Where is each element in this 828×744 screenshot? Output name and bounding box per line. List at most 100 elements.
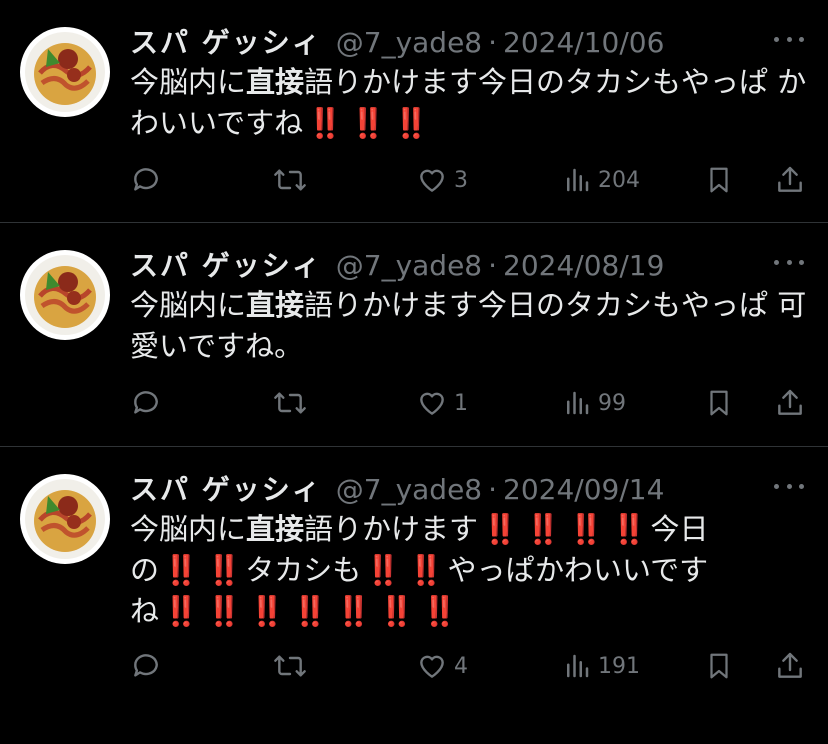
- like-button[interactable]: 3: [416, 160, 468, 200]
- share-button[interactable]: [774, 646, 806, 686]
- text-segment: 今脳内に: [130, 288, 247, 322]
- view-count: 204: [598, 167, 640, 193]
- double-exclamation-emoji: ‼️: [163, 553, 199, 587]
- double-exclamation-emoji: ‼️: [350, 106, 386, 140]
- like-button[interactable]: 4: [416, 646, 468, 686]
- double-exclamation-emoji: ‼️: [206, 553, 242, 587]
- display-name[interactable]: スパ ゲッシィ: [130, 468, 322, 508]
- bold-text: 直接: [246, 288, 305, 322]
- retweet-button[interactable]: [272, 646, 308, 686]
- tweet[interactable]: スパ ゲッシィ @7_yade8 · 2024/09/14 今脳内に直接語りかけ…: [0, 447, 828, 744]
- avatar[interactable]: [20, 474, 110, 564]
- double-exclamation-emoji: ‼️: [482, 512, 518, 546]
- double-exclamation-emoji: ‼️: [378, 594, 415, 628]
- like-icon: [420, 169, 444, 192]
- double-exclamation-emoji: ‼️: [568, 512, 604, 546]
- double-exclamation-emoji: ‼️: [292, 594, 328, 628]
- double-exclamation-emoji: ‼️: [307, 106, 343, 140]
- double-exclamation-emoji: ‼️: [525, 512, 561, 546]
- tweet-text: 今脳内に直接語りかけます今日のタカシもやっぱ かわいいですね ‼️ ‼️ ‼️: [130, 62, 810, 144]
- reply-icon: [134, 654, 158, 677]
- double-exclamation-emoji: ‼️: [611, 512, 647, 546]
- tweet-header: スパ ゲッシィ @7_yade8 · 2024/10/06: [130, 21, 664, 61]
- double-exclamation-emoji: ‼️: [163, 594, 199, 628]
- share-button[interactable]: [774, 383, 806, 423]
- reply-button[interactable]: [130, 383, 162, 423]
- separator: ·: [488, 26, 498, 59]
- like-icon: [420, 392, 444, 415]
- timestamp[interactable]: 2024/08/19: [503, 249, 664, 282]
- views-button[interactable]: 99: [562, 383, 626, 423]
- retweet-icon: [274, 655, 306, 677]
- bookmark-icon: [710, 653, 728, 679]
- user-handle[interactable]: @7_yade8: [336, 473, 482, 506]
- timestamp[interactable]: 2024/09/14: [503, 473, 664, 506]
- spaghetti-avatar-image: [25, 255, 105, 335]
- reply-icon: [134, 168, 158, 191]
- like-count: 4: [454, 653, 468, 679]
- retweet-icon: [274, 392, 306, 414]
- bold-text: 直接: [246, 512, 305, 546]
- share-button[interactable]: [774, 160, 806, 200]
- reply-icon: [134, 391, 158, 414]
- spaghetti-avatar-image: [25, 479, 105, 559]
- double-exclamation-emoji: ‼️: [206, 594, 242, 628]
- timestamp[interactable]: 2024/10/06: [503, 26, 664, 59]
- action-bar: 1 99: [130, 383, 810, 423]
- like-count: 3: [454, 167, 468, 193]
- text-segment: 今脳内に: [130, 512, 247, 546]
- text-segment: 語りかけます: [304, 512, 479, 546]
- avatar[interactable]: [20, 250, 110, 340]
- text-segment: タカシも: [245, 553, 362, 587]
- separator: ·: [488, 249, 498, 282]
- more-icon[interactable]: [774, 481, 804, 491]
- like-button[interactable]: 1: [416, 383, 468, 423]
- like-icon: [420, 655, 444, 678]
- tweet[interactable]: スパ ゲッシィ @7_yade8 · 2024/08/19 今脳内に直接語りかけ…: [0, 223, 828, 447]
- retweet-button[interactable]: [272, 383, 308, 423]
- double-exclamation-emoji: ‼️: [335, 594, 371, 628]
- share-icon: [778, 389, 802, 415]
- retweet-icon: [274, 169, 306, 191]
- tweet-text: 今脳内に直接語りかけます今日のタカシもやっぱ 可愛いですね。: [130, 285, 810, 367]
- user-handle[interactable]: @7_yade8: [336, 26, 482, 59]
- more-icon[interactable]: [774, 34, 804, 44]
- action-bar: 4 191: [130, 646, 810, 686]
- tweet-text: 今脳内に直接語りかけます ‼️ ‼️ ‼️ ‼️ 今日の ‼️ ‼️ タカシも ‼️ ‼️ やっぱかわ…: [130, 509, 740, 632]
- tweet-header: スパ ゲッシィ @7_yade8 · 2024/08/19: [130, 244, 664, 284]
- like-count: 1: [454, 390, 468, 416]
- user-handle[interactable]: @7_yade8: [336, 249, 482, 282]
- bookmark-icon: [710, 390, 728, 416]
- view-count: 99: [598, 390, 626, 416]
- more-icon[interactable]: [774, 257, 804, 267]
- bookmark-button[interactable]: [704, 383, 734, 423]
- share-icon: [778, 166, 802, 192]
- display-name[interactable]: スパ ゲッシィ: [130, 21, 322, 61]
- double-exclamation-emoji: ‼️: [249, 594, 285, 628]
- views-icon: [567, 391, 589, 415]
- views-icon: [567, 654, 589, 678]
- double-exclamation-emoji: ‼️: [365, 553, 401, 587]
- bookmark-icon: [710, 167, 728, 193]
- display-name[interactable]: スパ ゲッシィ: [130, 244, 322, 284]
- views-button[interactable]: 204: [562, 160, 640, 200]
- bookmark-button[interactable]: [704, 646, 734, 686]
- retweet-button[interactable]: [272, 160, 308, 200]
- text-segment: 今脳内に: [130, 65, 247, 99]
- double-exclamation-emoji: ‼️: [408, 553, 444, 587]
- tweet-header: スパ ゲッシィ @7_yade8 · 2024/09/14: [130, 468, 664, 508]
- avatar[interactable]: [20, 27, 110, 117]
- double-exclamation-emoji: ‼️: [421, 594, 458, 628]
- bold-text: 直接: [246, 65, 305, 99]
- action-bar: 3 204: [130, 160, 810, 200]
- double-exclamation-emoji: ‼️: [393, 106, 429, 140]
- share-icon: [778, 652, 802, 678]
- views-icon: [567, 168, 589, 192]
- tweet[interactable]: スパ ゲッシィ @7_yade8 · 2024/10/06 今脳内に直接語りかけ…: [0, 0, 828, 223]
- bookmark-button[interactable]: [704, 160, 734, 200]
- view-count: 191: [598, 653, 640, 679]
- reply-button[interactable]: [130, 160, 162, 200]
- reply-button[interactable]: [130, 646, 162, 686]
- views-button[interactable]: 191: [562, 646, 640, 686]
- separator: ·: [488, 473, 498, 506]
